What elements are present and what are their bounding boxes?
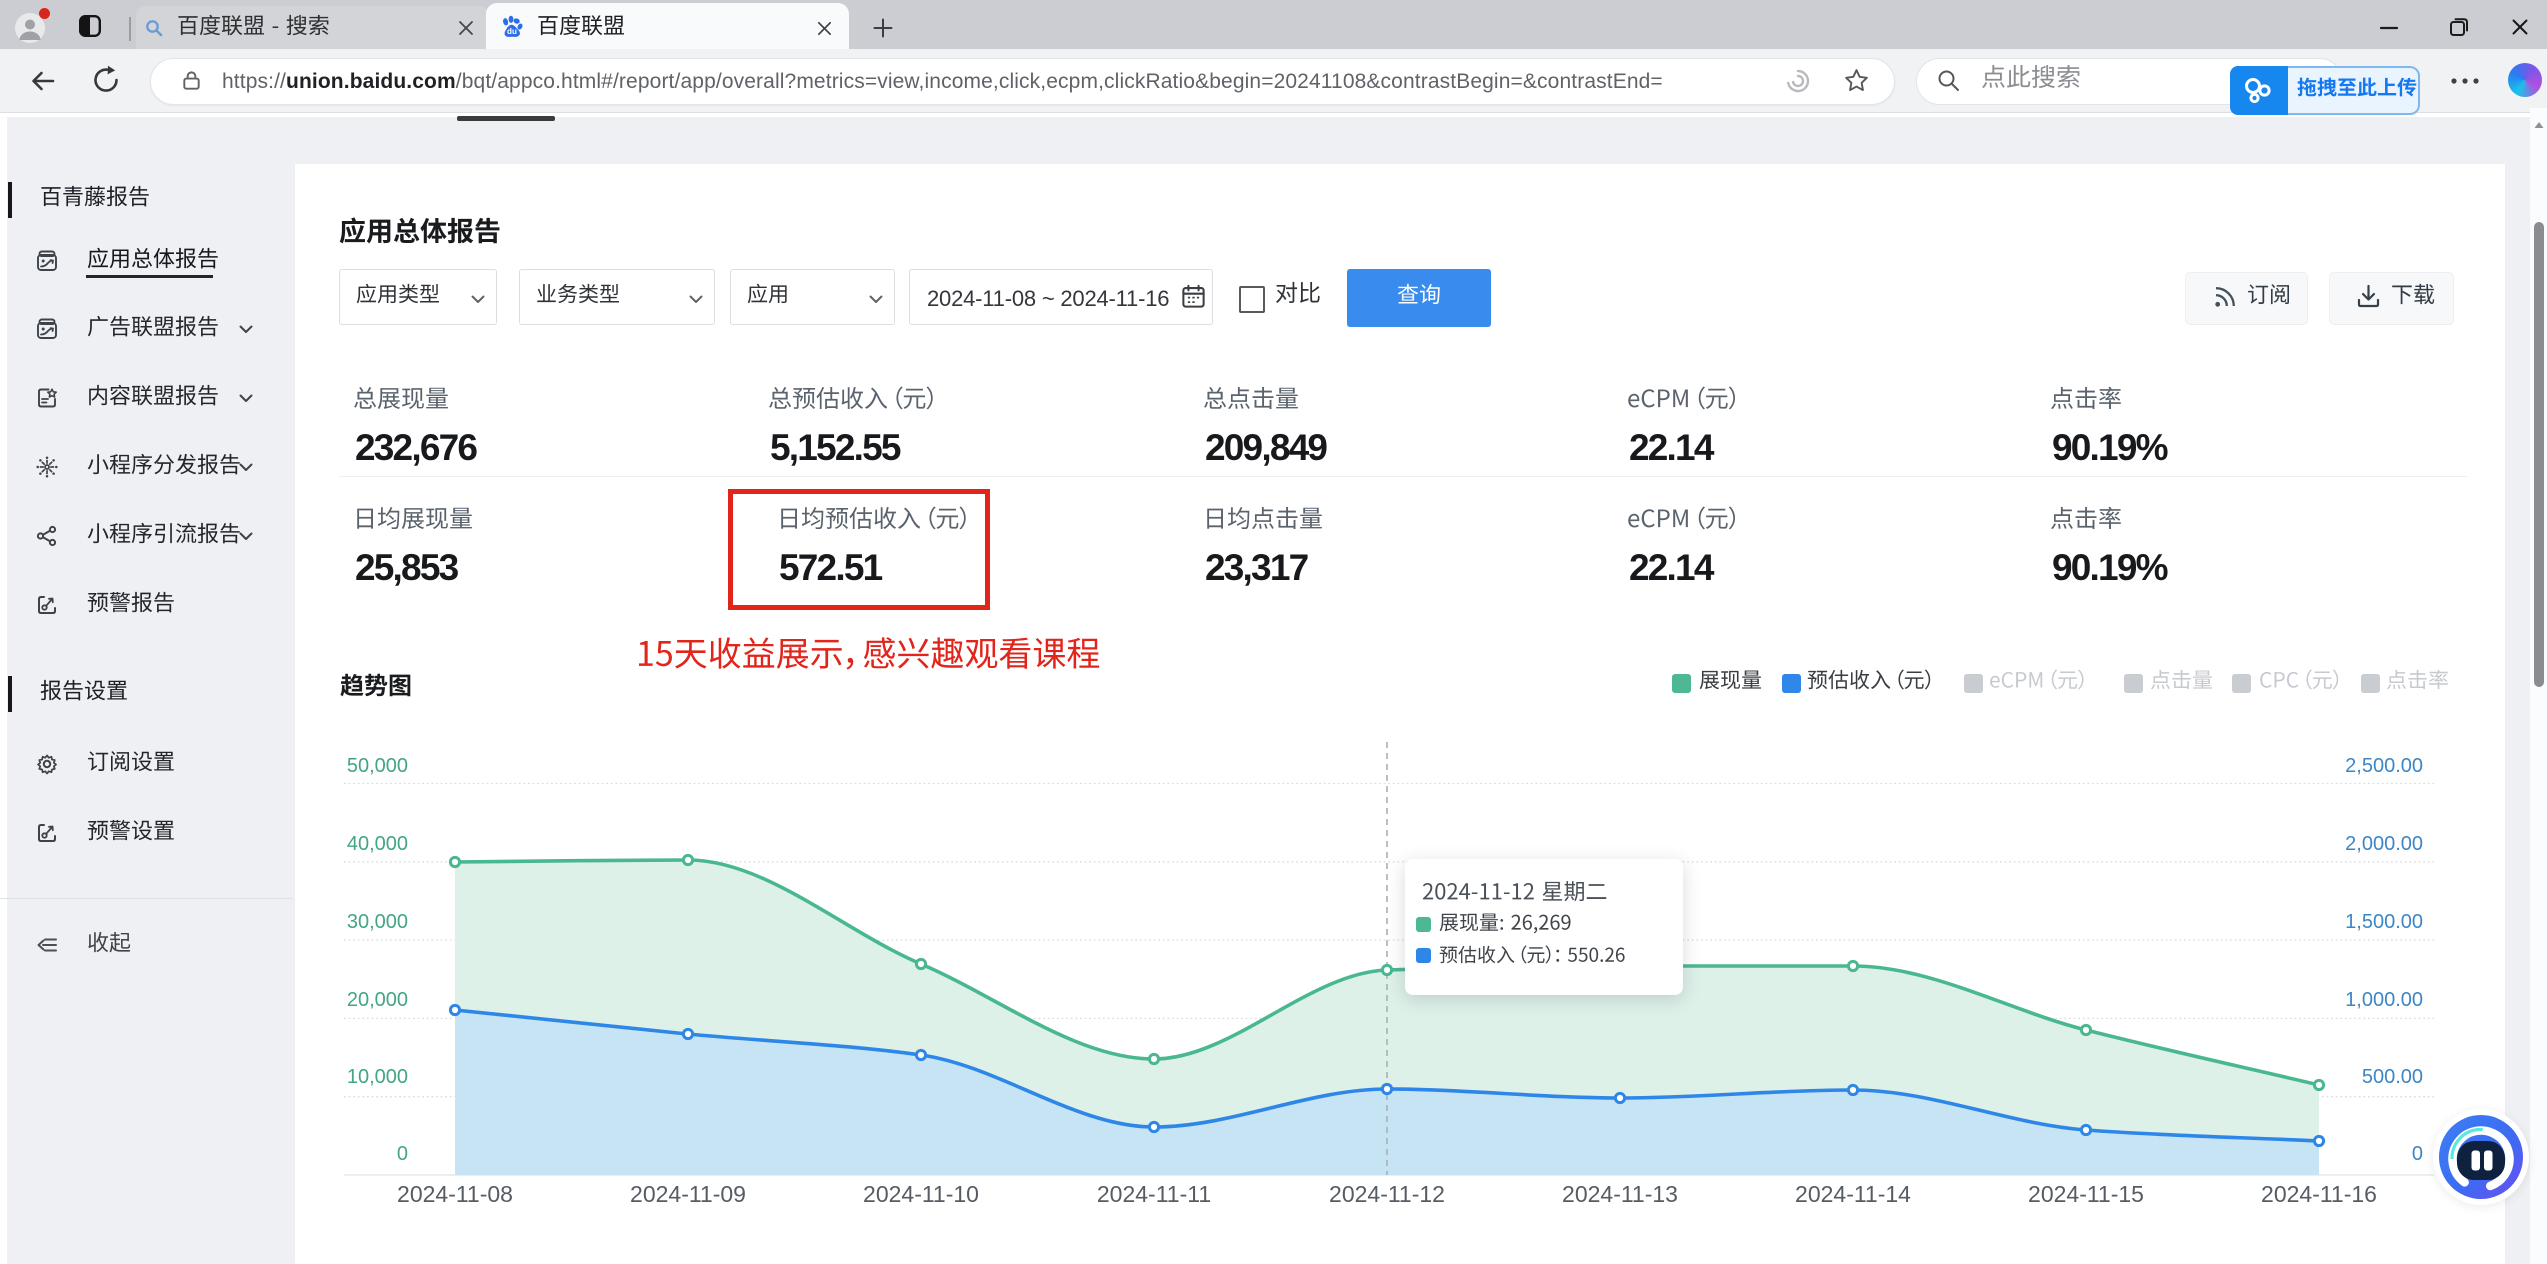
svg-text:du: du	[507, 27, 517, 36]
